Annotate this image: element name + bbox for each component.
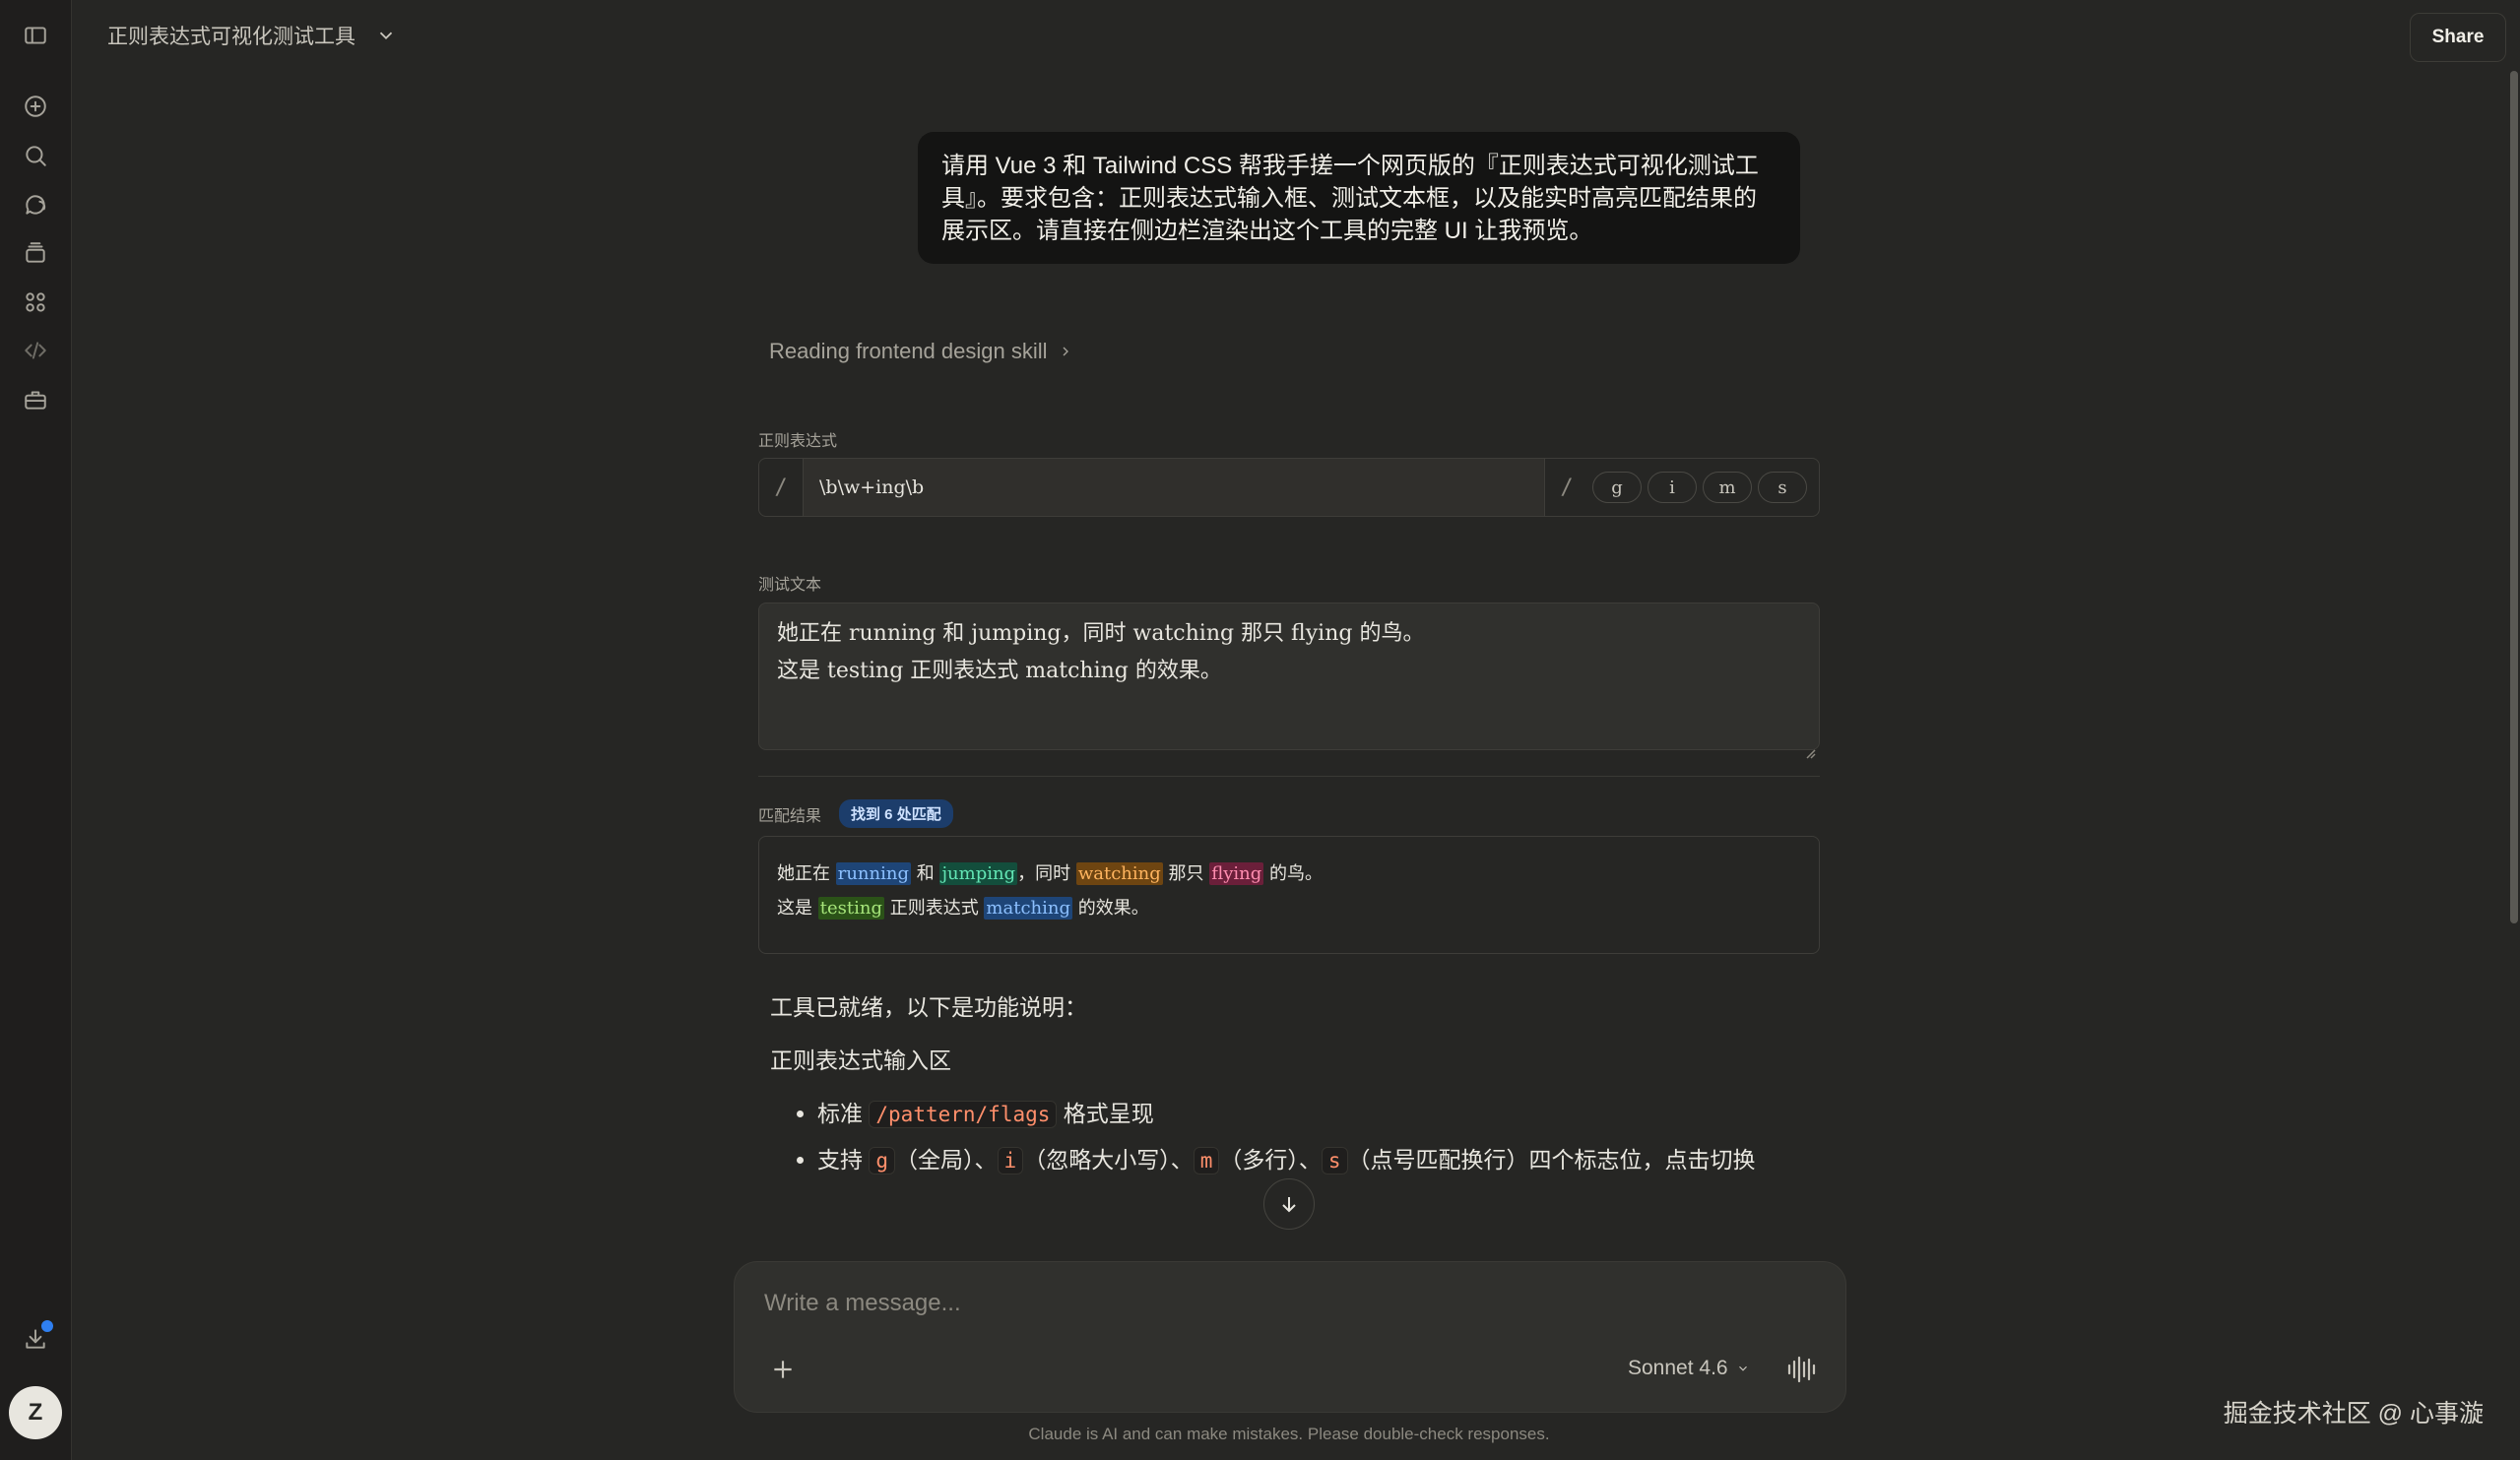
code-icon[interactable] (18, 333, 53, 368)
user-message: 请用 Vue 3 和 Tailwind CSS 帮我手搓一个网页版的『正则表达式… (918, 132, 1800, 264)
assistant-message: 工具已就绪，以下是功能说明： 正则表达式输入区 标准 /pattern/flag… (770, 987, 1804, 1186)
skill-status[interactable]: Reading frontend design skill (769, 339, 1073, 364)
model-name: Sonnet 4.6 (1628, 1357, 1728, 1379)
match-highlight: testing (817, 897, 884, 920)
test-line: 她正在 running 和 jumping，同时 watching 那只 fly… (777, 621, 1425, 646)
regex-close-slash: / (1544, 459, 1588, 516)
divider (758, 776, 1820, 777)
plus-icon (774, 1361, 792, 1378)
new-chat-icon[interactable] (18, 89, 53, 124)
result-text: 和 (911, 863, 940, 884)
result-text: 正则表达式 (883, 898, 985, 919)
watermark: 掘金技术社区 @ 心事漩 (2223, 1400, 2484, 1428)
projects-icon[interactable] (18, 235, 53, 271)
regex-input[interactable]: \b\w+ing\b (804, 459, 1544, 516)
search-icon[interactable] (18, 138, 53, 173)
result-text: ，同时 (1017, 863, 1076, 884)
inline-code: g (869, 1147, 896, 1174)
scrollbar[interactable] (2510, 71, 2518, 923)
test-textarea[interactable]: 她正在 running 和 jumping，同时 watching 那只 fly… (758, 603, 1820, 759)
left-sidebar: Z (0, 0, 72, 1460)
inline-code: s (1321, 1147, 1348, 1174)
inline-code: m (1193, 1147, 1220, 1174)
match-highlight: running (835, 862, 911, 885)
message-input[interactable]: Write a message... (764, 1290, 961, 1317)
regex-open-slash: / (759, 459, 804, 516)
list-text: （多行）、 (1219, 1147, 1322, 1173)
match-highlight: watching (1075, 862, 1163, 885)
inline-code: /pattern/flags (869, 1101, 1058, 1128)
list-item: 标准 /pattern/flags 格式呈现 (817, 1094, 1804, 1134)
scroll-to-bottom-button[interactable] (1263, 1178, 1315, 1230)
list-text: （全局）、 (895, 1147, 998, 1173)
chevron-down-icon (379, 32, 393, 40)
regex-label: 正则表达式 (758, 433, 838, 450)
match-result-label: 匹配结果 (758, 807, 822, 825)
disclaimer: Claude is AI and can make mistakes. Plea… (1028, 1425, 1550, 1443)
answer-section-title: 正则表达式输入区 (770, 1047, 951, 1073)
share-button[interactable]: Share (2410, 13, 2506, 62)
list-text: 格式呈现 (1057, 1101, 1154, 1126)
list-text: （点号匹配换行）四个标志位，点击切换 (1347, 1147, 1756, 1173)
list-text: 支持 (817, 1147, 870, 1173)
model-selector[interactable]: Sonnet 4.6 (1628, 1357, 1750, 1380)
flag-s-button[interactable]: s (1758, 472, 1807, 503)
resize-handle-icon[interactable] (1804, 734, 1816, 759)
flag-m-button[interactable]: m (1703, 472, 1752, 503)
answer-intro: 工具已就绪，以下是功能说明： (770, 994, 1087, 1020)
list-text: 标准 (817, 1101, 870, 1126)
test-line: 这是 testing 正则表达式 matching 的效果。 (777, 659, 1222, 683)
regex-field: / \b\w+ing\b / g i m s (758, 458, 1820, 517)
waveform-icon (1787, 1356, 1816, 1383)
toolbox-icon[interactable] (18, 382, 53, 417)
result-text: 那只 (1162, 863, 1210, 884)
voice-mode-button[interactable] (1784, 1353, 1818, 1386)
flag-i-button[interactable]: i (1648, 472, 1697, 503)
skill-status-label: Reading frontend design skill (769, 339, 1048, 363)
match-result-panel: 她正在 running 和 jumping ，同时 watching 那只 fly… (758, 836, 1820, 954)
answer-list: 标准 /pattern/flags 格式呈现 支持 g（全局）、i（忽略大小写）… (770, 1094, 1804, 1180)
result-line: 这是 testing 正则表达式 matching 的效果。 (777, 891, 1801, 925)
chevron-down-icon (1738, 1365, 1747, 1371)
result-line: 她正在 running 和 jumping ，同时 watching 那只 fly… (777, 857, 1801, 891)
match-count-badge: 找到 6 处匹配 (839, 799, 953, 828)
add-attachment-button[interactable] (768, 1355, 798, 1384)
regex-flags: g i m s (1588, 459, 1819, 516)
artifacts-icon[interactable] (18, 285, 53, 320)
flag-g-button[interactable]: g (1592, 472, 1642, 503)
result-text: 这是 (777, 898, 818, 919)
test-text-label: 测试文本 (758, 577, 822, 594)
match-highlight: jumping (939, 862, 1018, 885)
chats-icon[interactable] (18, 187, 53, 222)
match-highlight: matching (984, 897, 1073, 920)
list-item: 支持 g（全局）、i（忽略大小写）、m（多行）、s（点号匹配换行）四个标志位，点… (817, 1140, 1804, 1180)
result-text: 的效果。 (1072, 898, 1149, 919)
notification-dot (39, 1318, 55, 1334)
chevron-right-icon (1063, 347, 1068, 356)
inline-code: i (997, 1147, 1024, 1174)
result-text: 她正在 (777, 863, 836, 884)
message-composer: Write a message... Sonnet 4.6 (734, 1261, 1846, 1413)
result-text: 的鸟。 (1263, 863, 1323, 884)
list-text: （忽略大小写）、 (1023, 1147, 1194, 1173)
match-highlight: flying (1209, 862, 1264, 885)
sidebar-toggle-icon[interactable] (18, 18, 53, 53)
conversation-title-menu[interactable]: 正则表达式可视化测试工具 (107, 20, 397, 51)
page-title: 正则表达式可视化测试工具 (107, 26, 355, 48)
match-result-header: 匹配结果 找到 6 处匹配 (758, 799, 953, 828)
arrow-down-icon (1282, 1197, 1296, 1213)
